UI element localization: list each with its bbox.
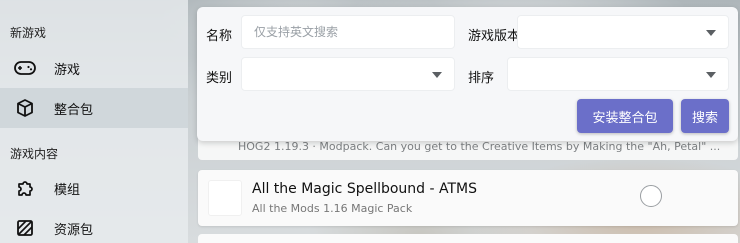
search-filter-panel: 名称 游戏版本 类别 排序 安装整合包 搜索 — [197, 7, 738, 141]
category-label: 类别 — [206, 71, 233, 86]
texture-icon — [14, 217, 36, 239]
sidebar-item-mods[interactable]: 模组 — [0, 168, 188, 208]
sidebar-item-game[interactable]: 游戏 — [0, 48, 188, 88]
sidebar-item-label: 资源包 — [54, 222, 94, 238]
list-item-subtitle: HOG2 1.19.3 · Modpack. Can you get to th… — [238, 140, 721, 153]
game-version-label: 游戏版本 — [468, 29, 521, 44]
sidebar-item-label: 模组 — [54, 182, 81, 198]
search-button[interactable]: 搜索 — [681, 99, 729, 133]
sort-select[interactable] — [507, 57, 729, 91]
name-search-field[interactable] — [241, 15, 455, 49]
sidebar: 新游戏 游戏 整合包 游戏内容 模组 资源包 — [0, 0, 188, 243]
chevron-down-icon — [706, 30, 716, 36]
list-item-title: All the Magic Spellbound - ATMS — [252, 181, 478, 197]
game-version-select[interactable] — [517, 15, 729, 49]
install-modpack-button[interactable]: 安装整合包 — [577, 99, 673, 133]
select-radio[interactable] — [640, 185, 662, 207]
gamepad-icon — [14, 57, 36, 79]
list-item-subtitle: All the Mods 1.16 Magic Pack — [252, 202, 413, 215]
sidebar-item-label: 游戏 — [54, 62, 81, 78]
chevron-down-icon — [706, 72, 716, 78]
sidebar-item-modpack[interactable]: 整合包 — [0, 88, 188, 128]
puzzle-icon — [14, 177, 36, 199]
chevron-down-icon — [432, 72, 442, 78]
name-search-input[interactable] — [242, 16, 454, 48]
modpack-thumbnail — [208, 180, 242, 216]
sidebar-item-resourcepacks[interactable]: 资源包 — [0, 208, 188, 243]
list-item[interactable] — [198, 234, 738, 243]
list-item[interactable]: All the Magic Spellbound - ATMS All the … — [198, 170, 738, 226]
package-icon — [14, 97, 36, 119]
sidebar-item-label: 整合包 — [54, 102, 94, 118]
section-new-game: 新游戏 — [10, 26, 47, 40]
name-label: 名称 — [206, 29, 233, 44]
category-select[interactable] — [241, 57, 455, 91]
section-game-content: 游戏内容 — [10, 147, 59, 161]
sort-label: 排序 — [468, 71, 495, 86]
